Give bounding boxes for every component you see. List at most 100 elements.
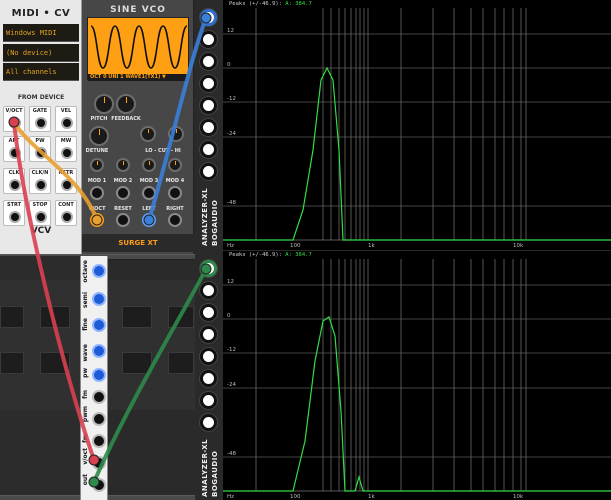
jack-label: CLK/N — [31, 170, 49, 176]
small-vco-module: octave semi fine wave pw fm pwm fm v/oct… — [80, 256, 108, 500]
voct-jack[interactable] — [92, 456, 106, 470]
freq-tick-label: 10k — [513, 494, 524, 500]
jack-stop[interactable]: STOP — [29, 200, 51, 226]
spectrum-trace — [223, 66, 611, 241]
jack-label: out — [81, 474, 91, 500]
mod1-knob[interactable] — [90, 158, 104, 172]
spectrum-screen[interactable]: 12 0 -12 -24 -48 Hz 100 1k 10k Peaks (+/-46.9): … — [223, 0, 611, 250]
midi-channel-select[interactable]: All channels — [3, 63, 79, 81]
jack-pw[interactable]: PW — [29, 136, 51, 162]
input-jack-2[interactable] — [200, 31, 217, 48]
mod2-jack[interactable] — [116, 186, 130, 200]
jack-socket[interactable] — [35, 117, 47, 129]
lo-cut-knob[interactable] — [140, 126, 156, 142]
jack-socket[interactable] — [9, 117, 21, 129]
fine-knob[interactable] — [92, 318, 106, 332]
pw-knob[interactable] — [92, 368, 106, 382]
fm-jack[interactable] — [92, 434, 106, 448]
jack-socket[interactable] — [9, 211, 21, 223]
freq-tick-label: Hz — [227, 243, 234, 249]
jack-label: STOP — [32, 202, 48, 208]
jack-socket[interactable] — [9, 147, 21, 159]
jack-vel[interactable]: VEL — [55, 106, 77, 132]
voct-jack[interactable] — [90, 213, 104, 227]
jack-socket[interactable] — [61, 117, 73, 129]
spectrum-screen[interactable]: 12 0 -12 -24 -48 Hz 100 1k 10k Peaks (+/-46.9): … — [223, 251, 611, 500]
jack-socket[interactable] — [61, 147, 73, 159]
peak-channel: A: — [285, 252, 292, 258]
octave-knob[interactable] — [92, 264, 106, 278]
fm-atten-jack[interactable] — [92, 390, 106, 404]
jack-label: PW — [35, 138, 45, 144]
spectrum-plot: 12 0 -12 -24 -48 Hz 100 1k 10k — [223, 259, 611, 500]
midi-cv-module: MIDI • CV Windows MIDI (No device) All c… — [0, 0, 82, 254]
detune-knob[interactable] — [89, 126, 109, 146]
input-jack-3[interactable] — [200, 53, 217, 70]
mod-label: MOD 1 — [87, 178, 107, 184]
header-connector — [0, 306, 24, 328]
freq-tick-label: 10k — [513, 243, 524, 249]
mod4-jack[interactable] — [168, 186, 182, 200]
mod4-knob[interactable] — [168, 158, 182, 172]
spectrum-trace — [223, 316, 611, 492]
mod2-knob[interactable] — [116, 158, 130, 172]
label-text: pwm — [82, 406, 89, 423]
db-tick-label: 0 — [227, 313, 231, 319]
jack-socket[interactable] — [35, 179, 47, 191]
jack-socket[interactable] — [61, 211, 73, 223]
out-jack[interactable] — [92, 478, 106, 492]
input-jack-4[interactable] — [200, 75, 217, 92]
jack-label: LEFT — [142, 206, 156, 212]
mod3-knob[interactable] — [142, 158, 156, 172]
hi-cut-knob[interactable] — [168, 126, 184, 142]
input-jack-2[interactable] — [200, 282, 217, 299]
jack-label: RIGHT — [166, 206, 184, 212]
jack-clk[interactable]: CLK — [3, 168, 25, 194]
jack-mw[interactable]: MW — [55, 136, 77, 162]
knob-label: LO - CUT - HI — [145, 148, 181, 154]
mod1-jack[interactable] — [90, 186, 104, 200]
input-jack-4[interactable] — [200, 326, 217, 343]
mod-label: MOD 3 — [139, 178, 159, 184]
peaks-readout: Peaks (+/-46.9): A: 384.7 — [229, 252, 312, 258]
jack-socket[interactable] — [61, 179, 73, 191]
vcv-rack-workspace: MIDI • CV Windows MIDI (No device) All c… — [0, 0, 611, 500]
label-text: wave — [82, 344, 89, 362]
jack-retr[interactable]: RETR — [55, 168, 77, 194]
feedback-knob[interactable] — [116, 94, 136, 114]
midi-driver-select[interactable]: Windows MIDI — [3, 24, 79, 42]
input-jack-3[interactable] — [200, 304, 217, 321]
jack-socket[interactable] — [9, 179, 21, 191]
module-title: SINE VCO — [110, 5, 166, 15]
module-title: MIDI • CV — [11, 8, 71, 19]
jack-gate[interactable]: GATE — [29, 106, 51, 132]
midi-device-select[interactable]: (No device) — [3, 44, 79, 62]
wave-knob[interactable] — [92, 344, 106, 358]
right-out-jack[interactable] — [168, 213, 182, 227]
jack-socket[interactable] — [35, 211, 47, 223]
osc-settings-bar[interactable]: OCT 0 UNI 1 WAVE1(TX1) ▼ — [88, 74, 188, 81]
semi-knob[interactable] — [92, 292, 106, 306]
jack-clk-n[interactable]: CLK/N — [29, 168, 51, 194]
mod-label: MOD 2 — [113, 178, 133, 184]
freq-tick-label: 100 — [290, 494, 301, 500]
input-jack-1[interactable] — [200, 9, 217, 26]
header-connector — [122, 352, 152, 374]
jack-cont[interactable]: CONT — [55, 200, 77, 226]
pitch-knob[interactable] — [94, 94, 114, 114]
spectrum-plot: 12 0 -12 -24 -48 Hz 100 1k 10k — [223, 8, 611, 249]
freq-tick-label: 100 — [290, 243, 301, 249]
reset-jack[interactable] — [116, 213, 130, 227]
mod3-jack[interactable] — [142, 186, 156, 200]
input-jack-1[interactable] — [200, 260, 217, 277]
jack-socket[interactable] — [35, 147, 47, 159]
left-out-jack[interactable] — [142, 213, 156, 227]
pwm-jack[interactable] — [92, 412, 106, 426]
peak-value: 384.7 — [295, 1, 312, 7]
header-connector — [0, 352, 24, 374]
sine-waveform — [90, 25, 188, 69]
jack-voct[interactable]: V/OCT — [3, 106, 25, 132]
surge-xt-logo: SURGE XT — [82, 234, 194, 252]
jack-strt[interactable]: STRT — [3, 200, 25, 226]
jack-aft[interactable]: AFT — [3, 136, 25, 162]
